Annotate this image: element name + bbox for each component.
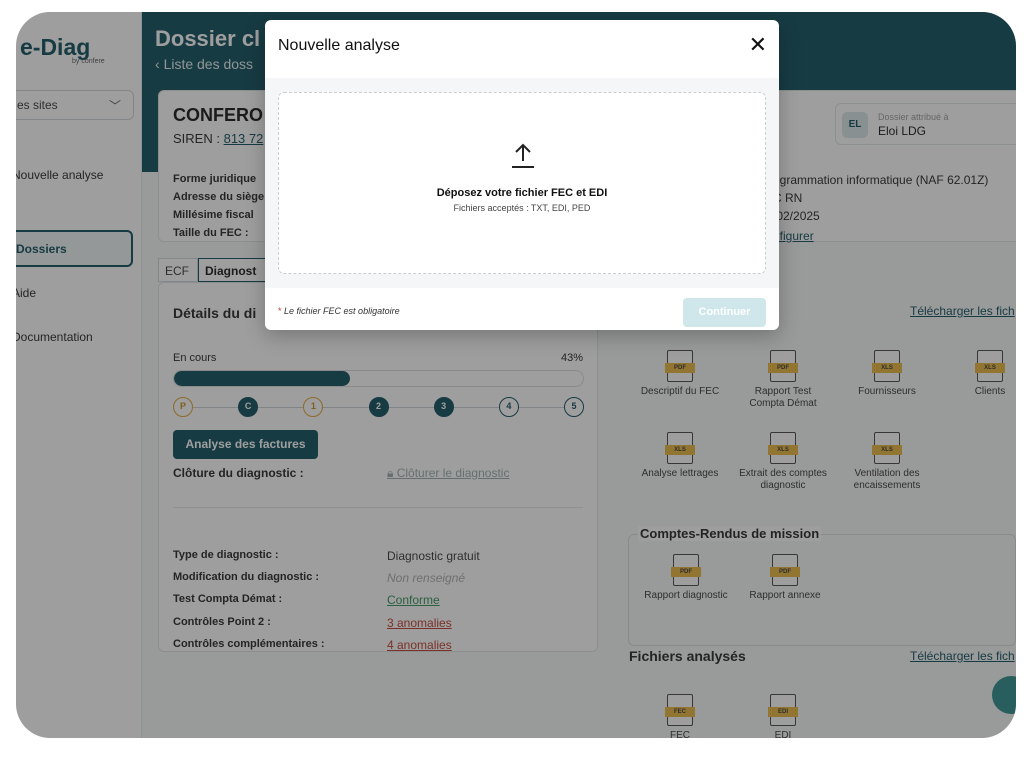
required-text: Le fichier FEC est obligatoire (284, 306, 400, 316)
required-note: * Le fichier FEC est obligatoire (278, 306, 400, 316)
continue-button[interactable]: Continuer (683, 298, 766, 327)
file-dropzone[interactable]: Déposez votre fichier FEC et EDI Fichier… (278, 92, 766, 274)
dropzone-title: Déposez votre fichier FEC et EDI (436, 187, 608, 199)
app-frame: e-Diag by confere es sites ﹀ Nouvelle an… (16, 12, 1016, 738)
modal-title: Nouvelle analyse (278, 37, 400, 54)
app: e-Diag by confere es sites ﹀ Nouvelle an… (16, 12, 1016, 738)
upload-icon (512, 143, 534, 168)
close-icon[interactable]: ✕ (749, 32, 767, 58)
dropzone-subtitle: Fichiers acceptés : TXT, EDI, PED (453, 203, 591, 213)
new-analysis-modal: Nouvelle analyse ✕ Déposez votre fichier… (265, 20, 779, 330)
required-star: * (278, 306, 282, 316)
